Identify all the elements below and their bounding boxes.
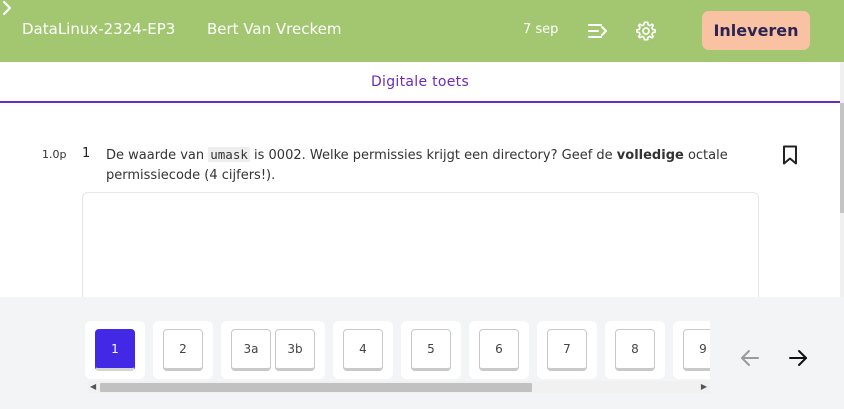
question-group: 3a 3b (221, 321, 325, 379)
question-button-5[interactable]: 5 (411, 329, 451, 371)
gear-icon (636, 21, 656, 41)
previous-question-button[interactable] (737, 345, 763, 371)
question-button-3a[interactable]: 3a (231, 329, 271, 371)
next-question-button[interactable] (785, 345, 811, 371)
question-group: 5 (401, 321, 461, 379)
question-group: 4 (333, 321, 393, 379)
question-points: 1.0p (42, 148, 67, 161)
question-button-6[interactable]: 6 (479, 329, 519, 371)
inline-code: umask (208, 147, 250, 162)
question-button-7[interactable]: 7 (547, 329, 587, 371)
horizontal-scrollbar-thumb[interactable] (100, 383, 532, 392)
question-button-9[interactable]: 9 (683, 329, 710, 371)
bookmark-icon[interactable] (781, 145, 799, 165)
question-number: 1 (82, 146, 91, 161)
question-button-4[interactable]: 4 (343, 329, 383, 371)
question-group: 9 (673, 321, 710, 379)
tab-digital-test[interactable]: Digitale toets (0, 74, 840, 90)
question-button-1[interactable]: 1 (95, 329, 135, 371)
submit-button[interactable]: Inleveren (702, 11, 810, 50)
question-text: De waarde van umask is 0002. Welke permi… (106, 147, 728, 183)
question-group: 7 (537, 321, 597, 379)
settings-button[interactable] (633, 18, 659, 44)
question-group: 8 (605, 321, 665, 379)
menu-collapse-icon (588, 24, 607, 38)
top-bar: DataLinux-2324-EP3 Bert Van Vreckem 7 se… (0, 0, 844, 62)
horizontal-scrollbar[interactable]: ◀ ▶ (88, 381, 710, 393)
scroll-left-icon[interactable]: ◀ (90, 382, 96, 391)
question-navigator: 1 2 3a 3b 4 5 6 7 8 9 ◀ ▶ (0, 297, 844, 409)
breadcrumb-course[interactable]: DataLinux-2324-EP3 (22, 20, 175, 38)
exam-date: 7 sep (523, 22, 559, 37)
question-group: 1 (85, 321, 145, 379)
menu-collapse-button[interactable] (585, 18, 611, 44)
answer-input[interactable] (82, 192, 759, 312)
question-group: 2 (153, 321, 213, 379)
vertical-scrollbar-thumb[interactable] (840, 103, 844, 213)
question-list: 1 2 3a 3b 4 5 6 7 8 9 (85, 321, 710, 381)
arrow-right-icon (789, 350, 807, 366)
emphasis: volledige (616, 148, 684, 163)
question-button-2[interactable]: 2 (163, 329, 203, 371)
question-button-8[interactable]: 8 (615, 329, 655, 371)
question-button-3b[interactable]: 3b (275, 329, 315, 371)
breadcrumb-student: Bert Van Vreckem (207, 20, 342, 38)
scroll-right-icon[interactable]: ▶ (701, 382, 707, 391)
chevron-right-icon (2, 0, 12, 16)
tab-bar: Digitale toets (0, 62, 840, 103)
question-group: 6 (469, 321, 529, 379)
arrow-left-icon (741, 350, 759, 366)
